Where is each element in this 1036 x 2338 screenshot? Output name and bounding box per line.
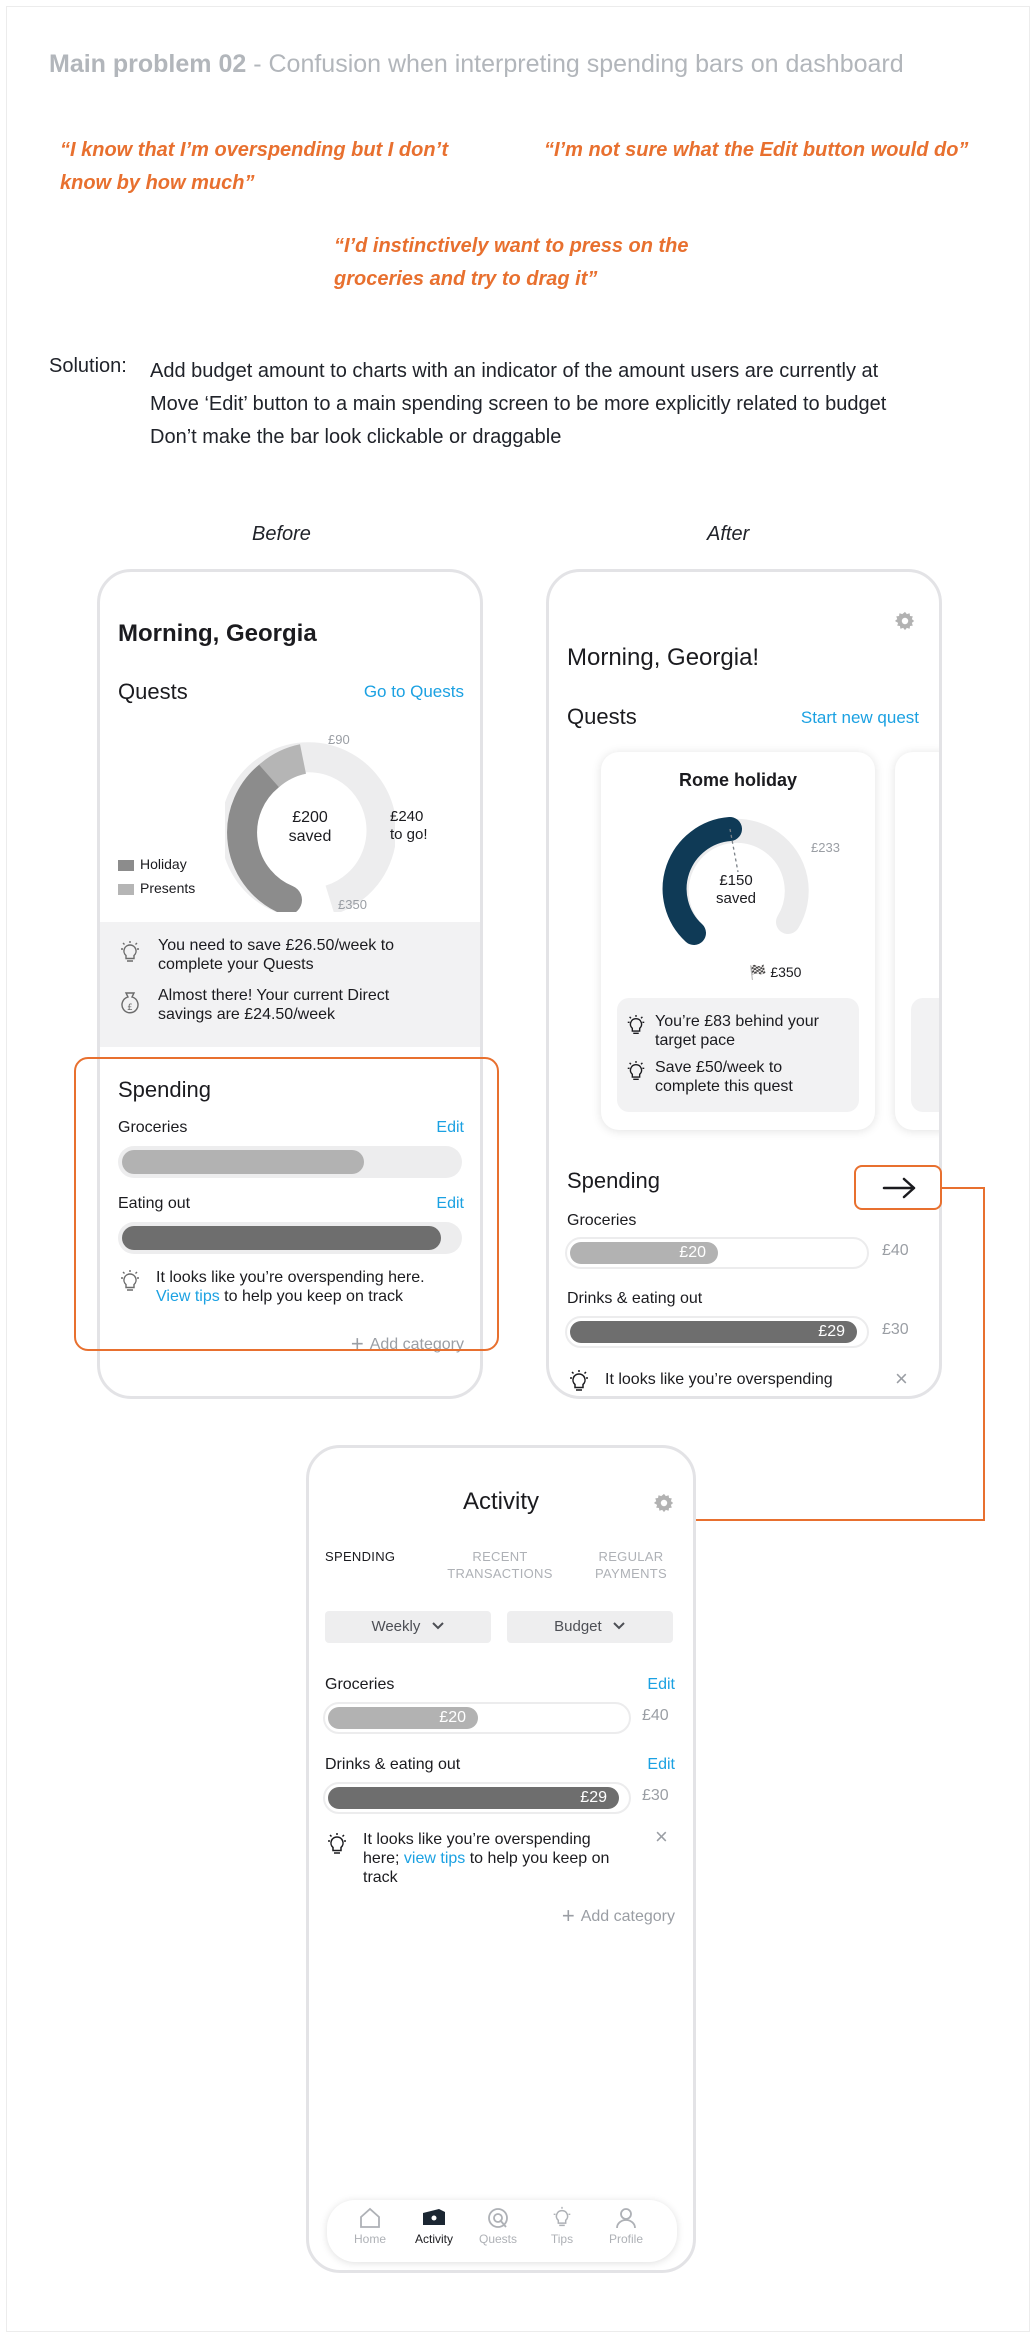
drinks-label: Drinks & eating out: [325, 1756, 461, 1773]
gear-icon[interactable]: [894, 610, 916, 632]
drinks-edit-button[interactable]: Edit: [647, 1756, 675, 1774]
presents-segment: [259, 744, 307, 788]
donut-remaining-label: £240 to go!: [390, 808, 428, 843]
legend-presents-swatch: [118, 883, 134, 895]
period-dropdown[interactable]: Weekly: [325, 1611, 491, 1643]
pace-tip: You’re £83 behind your target pace: [655, 1013, 819, 1049]
spending-title: Spending: [567, 1168, 660, 1193]
legend-presents: Presents: [118, 880, 195, 896]
gauge-pace-mark: £233: [811, 840, 840, 855]
lightbulb-icon: [570, 1370, 588, 1391]
nav-home[interactable]: Home: [345, 2206, 395, 2246]
gear-icon[interactable]: [653, 1492, 675, 1514]
legend-holiday: Holiday: [118, 856, 187, 872]
plus-icon: +: [561, 1903, 575, 1928]
solution-label: Solution:: [49, 355, 127, 377]
wallet-icon: [423, 2209, 445, 2225]
chevron-down-icon: [431, 1622, 444, 1630]
donut-center-label: £200 saved: [288, 809, 332, 845]
tab-spending[interactable]: SPENDING: [325, 1548, 395, 1565]
gauge-center-label: £150 saved: [715, 872, 757, 907]
greeting: Morning, Georgia!: [567, 644, 760, 671]
nav-tips[interactable]: Tips: [537, 2206, 587, 2246]
donut-mark-bottom: £350: [338, 897, 367, 912]
chevron-down-icon: [613, 1622, 625, 1630]
lightbulb-icon: [328, 1833, 346, 1854]
groceries-edit-button[interactable]: Edit: [647, 1676, 675, 1694]
drinks-bar-fill: £29: [328, 1787, 619, 1809]
quest-tip-2: Almost there! Your current Direct savings…: [158, 987, 390, 1023]
groceries-label: Groceries: [325, 1676, 395, 1693]
lightbulb-icon: [121, 941, 139, 962]
lightbulb-icon: [627, 1061, 645, 1081]
go-to-quests-link[interactable]: Go to Quests: [364, 682, 464, 702]
user-quote-2: “I’m not sure what the Edit button would…: [544, 139, 969, 161]
before-label: Before: [252, 523, 311, 545]
solution-list: Add budget amount to charts with an indi…: [150, 360, 887, 448]
lightbulb-icon: [553, 2206, 571, 2227]
home-icon: [360, 2207, 380, 2228]
svg-text:£: £: [127, 1003, 133, 1013]
user-quote-3: “I’d instinctively want to press on the …: [334, 235, 689, 290]
activity-phone: Activity SPENDING RECENT TRANSACTIONS REG…: [306, 1445, 696, 2273]
view-tips-link[interactable]: view tips: [404, 1850, 465, 1867]
quests-icon: [488, 2208, 508, 2228]
tab-recent-transactions[interactable]: RECENT TRANSACTIONS: [435, 1548, 565, 1582]
profile-icon: [616, 2208, 636, 2229]
close-icon[interactable]: ×: [655, 1824, 668, 1850]
flow-connector-line: [680, 1187, 985, 1521]
lightbulb-icon: [627, 1015, 645, 1035]
groceries-budget: £40: [642, 1707, 669, 1724]
groceries-bar: £20: [323, 1702, 631, 1734]
quest-card-title: Rome holiday: [678, 770, 798, 790]
gauge-target-mark: 🏁 £350: [749, 964, 802, 980]
weekly-save-tip: Save £50/week to complete this quest: [655, 1059, 793, 1095]
problem-title: Main problem 02 - Confusion when interpr…: [49, 50, 904, 78]
view-dropdown[interactable]: Budget: [507, 1611, 673, 1643]
nav-activity[interactable]: Activity: [409, 2206, 459, 2246]
overspend-tip: It looks like you’re overspending here; …: [363, 1831, 610, 1886]
next-quest-card[interactable]: [895, 752, 939, 1130]
quest-card[interactable]: Rome holiday £150 saved £233 🏁 £350 You’…: [601, 752, 875, 1130]
quest-card-tips: You’re £83 behind your target pace Save £…: [617, 998, 859, 1112]
donut-mark-top: £90: [328, 732, 350, 747]
quest-tip-1: You need to save £26.50/week to complete …: [158, 937, 395, 973]
quests-title: Quests: [118, 679, 188, 704]
groceries-label: Groceries: [567, 1212, 637, 1229]
nav-profile[interactable]: Profile: [601, 2206, 651, 2246]
drinks-bar: £29: [323, 1782, 631, 1814]
tab-regular-payments[interactable]: REGULAR PAYMENTS: [581, 1548, 681, 1582]
drinks-budget: £30: [642, 1787, 669, 1804]
after-label: After: [707, 523, 750, 545]
add-category-button[interactable]: + Add category: [562, 1903, 675, 1929]
legend-holiday-swatch: [118, 859, 134, 871]
start-new-quest-link[interactable]: Start new quest: [801, 708, 919, 728]
spending-highlight-box: [74, 1057, 499, 1351]
groceries-bar-fill: £20: [328, 1707, 478, 1729]
nav-quests[interactable]: Quests: [473, 2206, 523, 2246]
money-bag-icon: £: [121, 992, 139, 1014]
activity-title: Activity: [462, 1488, 539, 1515]
user-quote-1: “I know that I’m overspending but I don’…: [60, 139, 449, 194]
greeting: Morning, Georgia: [118, 620, 317, 647]
quest-tips-panel: You need to save £26.50/week to complete …: [100, 922, 480, 1047]
next-card-tips: [911, 998, 939, 1112]
quests-title: Quests: [567, 704, 637, 729]
bottom-nav: Home Activity Quests Tips Profile: [327, 2200, 677, 2262]
